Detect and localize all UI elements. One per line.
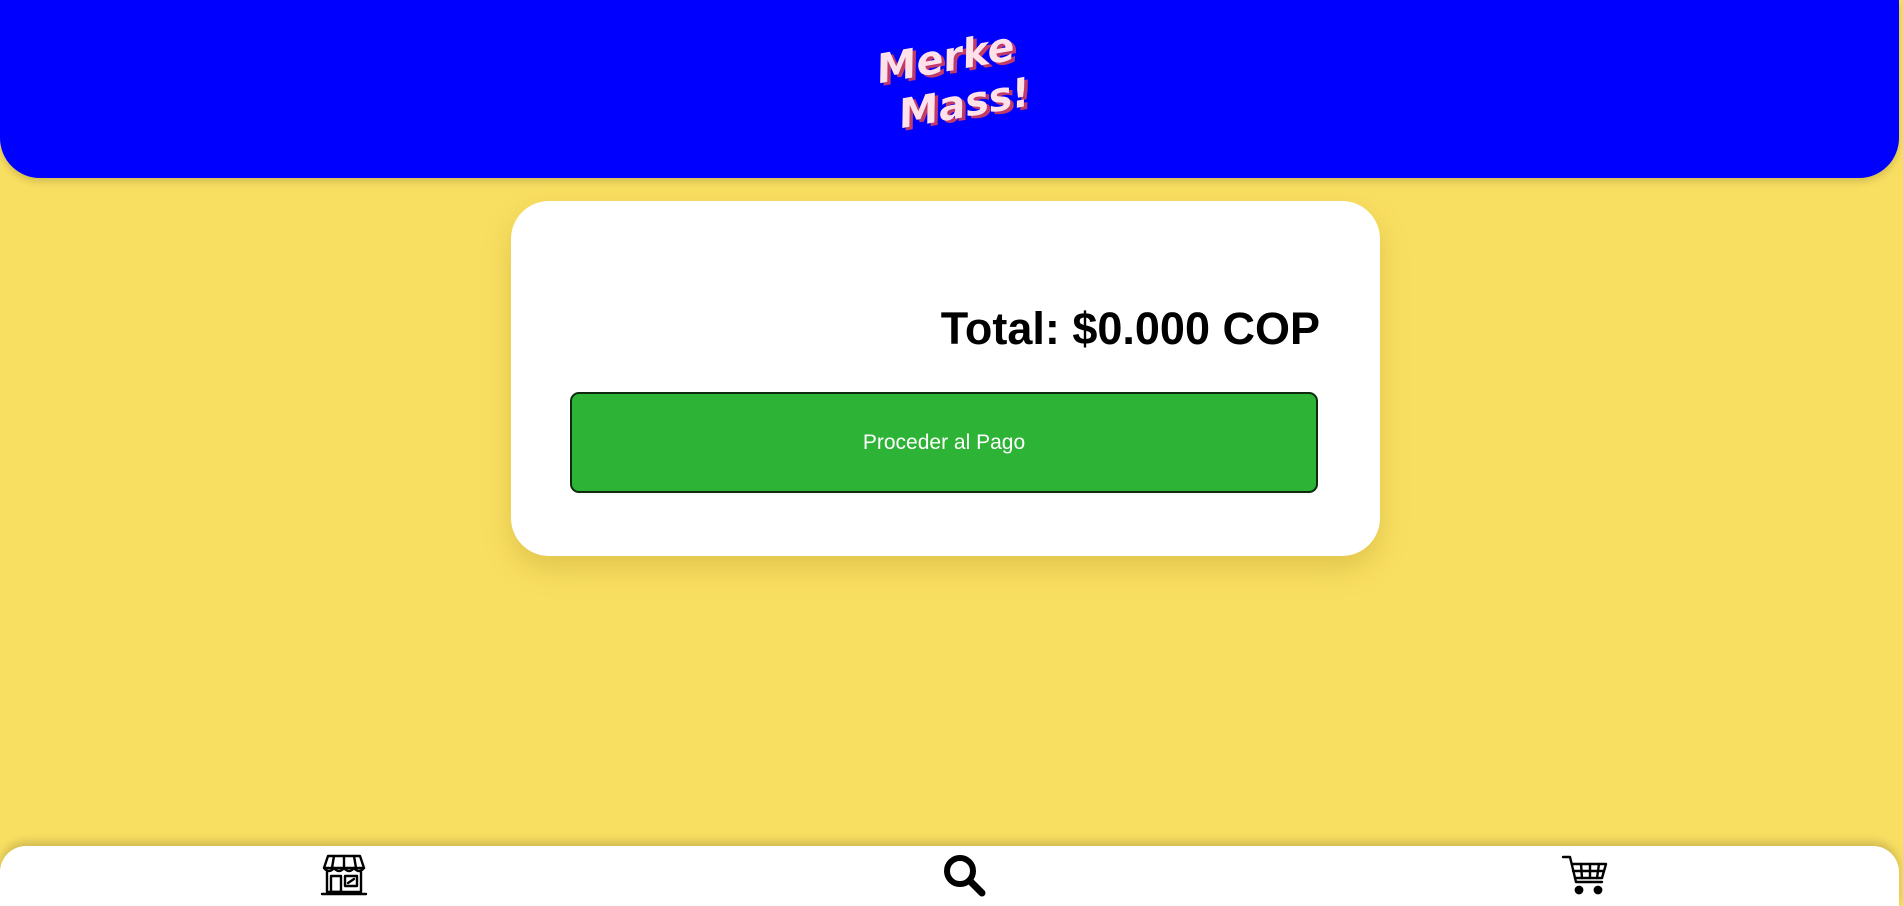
search-icon — [944, 855, 986, 897]
app-header: Merke Merke Mass! Mass! — [0, 0, 1899, 178]
merke-mass-logo[interactable]: Merke Merke Mass! Mass! — [873, 24, 1037, 141]
cart-icon — [1561, 855, 1608, 895]
nav-search-button[interactable] — [938, 850, 990, 900]
nav-store-button[interactable] — [318, 850, 370, 900]
nav-cart-button[interactable] — [1559, 850, 1611, 900]
cart-summary-card: Total: $0.000 COP Proceder al Pago — [511, 201, 1380, 556]
cart-total: Total: $0.000 COP — [940, 303, 1320, 354]
store-icon — [320, 854, 368, 896]
bottom-navigation-bar — [0, 846, 1899, 906]
proceed-to-payment-button[interactable]: Proceder al Pago — [570, 392, 1318, 493]
